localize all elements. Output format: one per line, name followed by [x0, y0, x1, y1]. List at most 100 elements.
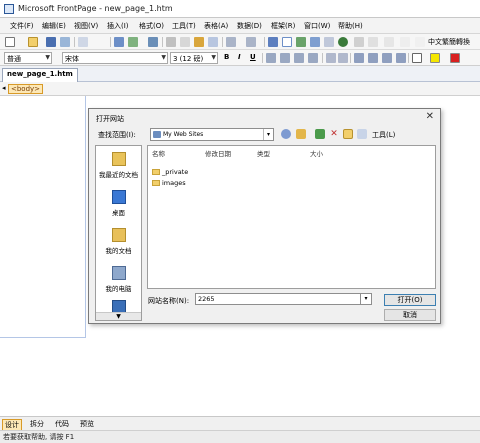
refresh-icon[interactable] — [354, 37, 364, 47]
copy-icon[interactable] — [180, 37, 190, 47]
paste-icon[interactable] — [194, 37, 204, 47]
search-web-icon[interactable] — [315, 129, 325, 139]
justify-icon[interactable] — [308, 53, 318, 63]
layer-icon[interactable] — [324, 37, 334, 47]
view-split-tab[interactable]: 拆分 — [30, 419, 44, 429]
hyperlink-icon[interactable] — [338, 37, 348, 47]
places-scroll-down[interactable]: ▼ — [96, 312, 141, 320]
highlight-icon[interactable] — [430, 53, 440, 63]
look-in-label: 查找范围(I): — [98, 131, 136, 139]
search-icon[interactable] — [60, 37, 70, 47]
menu-edit[interactable]: 编辑(E) — [42, 21, 66, 31]
column-name[interactable]: 名称 — [152, 148, 165, 158]
save-icon[interactable] — [46, 37, 56, 47]
open-button[interactable]: 打开(O) — [384, 294, 436, 306]
delete-icon[interactable]: ✕ — [329, 129, 339, 139]
document-tab[interactable]: new_page_1.htm — [2, 68, 78, 82]
place-recent[interactable]: 我最近的文档 — [96, 152, 141, 179]
view-bar: 设计 拆分 代码 预览 — [0, 416, 480, 431]
body-tag[interactable]: <body> — [8, 84, 44, 94]
print-icon[interactable] — [114, 37, 124, 47]
preview-icon[interactable] — [128, 37, 138, 47]
view-code-tab[interactable]: 代码 — [55, 419, 69, 429]
places-bar: 我最近的文档 桌面 我的文档 我的电脑 ▼ — [95, 145, 142, 321]
file-list[interactable]: 名称 修改日期 类型 大小 _private images — [147, 145, 436, 289]
insert-table-icon[interactable] — [282, 37, 292, 47]
column-size[interactable]: 大小 — [310, 148, 323, 158]
align-right-icon[interactable] — [294, 53, 304, 63]
tools-menu-button[interactable]: 工具(L) — [372, 130, 395, 140]
place-documents-label: 我的文档 — [105, 247, 132, 255]
look-in-combo[interactable]: My Web Sites ▾ — [150, 128, 274, 141]
align-left-icon[interactable] — [266, 53, 276, 63]
tag-arrow-icon: ◂ — [2, 84, 6, 92]
formatting-toolbar: 普通 ▼ 宋体 ▼ 3 (12 磅) ▼ B I U — [0, 50, 480, 66]
increase-font-icon[interactable] — [326, 53, 336, 63]
menu-format[interactable]: 格式(O) — [139, 21, 164, 31]
publish-icon[interactable] — [78, 37, 88, 47]
list-item[interactable]: _private — [152, 168, 188, 178]
decrease-indent-icon[interactable] — [382, 53, 392, 63]
place-desktop[interactable]: 桌面 — [96, 190, 141, 217]
menu-view[interactable]: 视图(V) — [74, 21, 98, 31]
chevron-down-icon[interactable]: ▾ — [360, 293, 372, 305]
ime-convert-label[interactable]: 中文繁簡轉換 — [428, 37, 470, 47]
menu-tools[interactable]: 工具(T) — [172, 21, 196, 31]
redo-icon[interactable] — [246, 37, 256, 47]
stop-icon[interactable] — [368, 37, 378, 47]
decrease-font-icon[interactable] — [338, 53, 348, 63]
format-painter-icon[interactable] — [208, 37, 218, 47]
open-folder-icon[interactable] — [28, 37, 38, 47]
menu-window[interactable]: 窗口(W) — [304, 21, 330, 31]
menu-table[interactable]: 表格(A) — [204, 21, 228, 31]
chevron-down-icon: ▼ — [211, 54, 216, 61]
place-documents[interactable]: 我的文档 — [96, 228, 141, 255]
views-icon[interactable] — [357, 129, 367, 139]
web-folder-icon — [153, 131, 161, 138]
menu-bar: 文件(F) 编辑(E) 视图(V) 插入(I) 格式(O) 工具(T) 表格(A… — [0, 18, 480, 34]
italic-button[interactable]: I — [238, 53, 241, 61]
place-computer[interactable]: 我的电脑 — [96, 266, 141, 293]
show-all-icon[interactable] — [384, 37, 394, 47]
window-title: Microsoft FrontPage - new_page_1.htm — [18, 4, 173, 13]
ime-icon[interactable] — [415, 37, 425, 47]
help-icon[interactable] — [400, 37, 410, 47]
bold-button[interactable]: B — [224, 53, 229, 61]
back-icon[interactable] — [281, 129, 291, 139]
style-value: 普通 — [7, 55, 21, 63]
site-name-input[interactable]: 2265 — [195, 293, 372, 305]
undo-icon[interactable] — [226, 37, 236, 47]
numbering-icon[interactable] — [354, 53, 364, 63]
insert-picture-icon[interactable] — [296, 37, 306, 47]
new-page-icon[interactable] — [5, 37, 15, 47]
style-combo[interactable]: 普通 ▼ — [4, 52, 52, 64]
spelling-icon[interactable] — [148, 37, 158, 47]
close-icon[interactable]: ✕ — [426, 111, 434, 122]
border-icon[interactable] — [412, 53, 422, 63]
cut-icon[interactable] — [166, 37, 176, 47]
up-folder-icon[interactable] — [296, 129, 306, 139]
menu-file[interactable]: 文件(F) — [10, 21, 34, 31]
menu-insert[interactable]: 插入(I) — [107, 21, 129, 31]
view-preview-tab[interactable]: 预览 — [80, 419, 94, 429]
menu-data[interactable]: 数据(D) — [237, 21, 262, 31]
list-item[interactable]: images — [152, 179, 186, 189]
menu-help[interactable]: 帮助(H) — [338, 21, 363, 31]
drawing-icon[interactable] — [310, 37, 320, 47]
font-combo[interactable]: 宋体 ▼ — [62, 52, 168, 64]
file-name: _private — [162, 168, 189, 176]
column-type[interactable]: 类型 — [257, 148, 270, 158]
increase-indent-icon[interactable] — [396, 53, 406, 63]
new-folder-icon[interactable] — [343, 129, 353, 139]
align-center-icon[interactable] — [280, 53, 290, 63]
underline-button[interactable]: U — [250, 53, 256, 61]
site-name-label: 网站名称(N): — [148, 297, 190, 305]
web-component-icon[interactable] — [268, 37, 278, 47]
menu-frames[interactable]: 框架(R) — [271, 21, 295, 31]
cancel-button[interactable]: 取消 — [384, 309, 436, 321]
bullets-icon[interactable] — [368, 53, 378, 63]
column-modified[interactable]: 修改日期 — [205, 148, 231, 158]
my-computer-icon — [111, 266, 126, 280]
size-combo[interactable]: 3 (12 磅) ▼ — [170, 52, 218, 64]
font-color-icon[interactable] — [450, 53, 460, 63]
